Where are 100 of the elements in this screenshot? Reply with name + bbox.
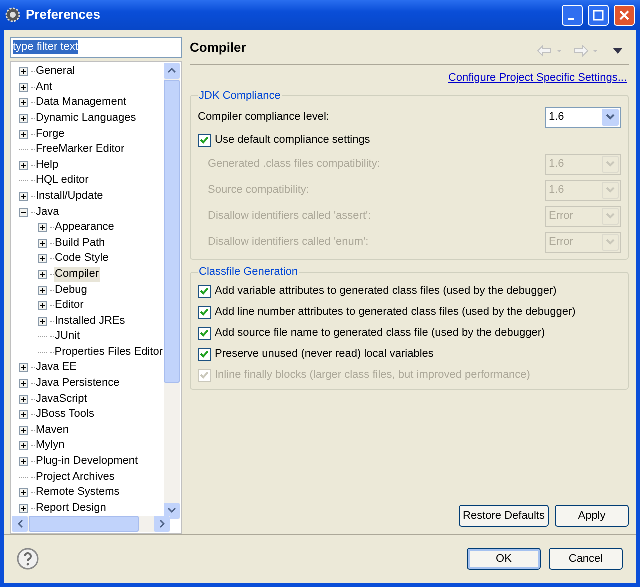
tree-item[interactable]: Build Path [54, 236, 106, 251]
expand-icon[interactable] [19, 192, 28, 201]
maximize-button[interactable] [588, 4, 609, 26]
tree-item[interactable]: Report Design [35, 500, 108, 516]
dialog-button[interactable]: Cancel [549, 548, 623, 570]
chevron-up-icon [168, 68, 176, 74]
expand-icon[interactable] [19, 363, 28, 372]
expand-icon[interactable] [19, 82, 28, 92]
field-label: Source compatibility: [208, 182, 310, 198]
group-title: JDK Compliance [198, 88, 282, 104]
chevron-left-icon [18, 520, 22, 528]
window-title: Preferences [26, 6, 102, 24]
tree-item[interactable]: Forge [35, 126, 66, 142]
expand-icon[interactable] [19, 457, 28, 466]
vertical-scrollbar[interactable] [164, 62, 180, 519]
tree-item[interactable]: Java [35, 204, 60, 220]
checkbox-label: Inline finally blocks (larger class files, but improved performance) [215, 368, 530, 383]
tree-item[interactable]: Remote Systems [35, 485, 121, 500]
field-label: Disallow identifiers called 'enum': [208, 234, 369, 250]
navigation-arrows-icon[interactable] [537, 45, 625, 57]
filter-field[interactable]: type filter text [10, 37, 182, 58]
help-icon[interactable] [17, 548, 39, 570]
collapse-icon[interactable] [19, 208, 28, 217]
chevron-down-icon [168, 508, 176, 514]
expand-icon[interactable] [38, 301, 47, 310]
expand-icon[interactable] [38, 286, 47, 294]
expand-icon[interactable] [19, 98, 28, 108]
checkbox[interactable] [198, 326, 211, 340]
checkbox-label: Add line number attributes to generated class files (used by the debugger) [215, 304, 576, 320]
checkbox-label: Add variable attributes to generated class files (used by the debugger) [215, 284, 557, 299]
dialog-button[interactable]: Apply [555, 505, 629, 527]
tree-item[interactable]: Mylyn [35, 438, 66, 454]
tree-item[interactable]: Appearance [54, 220, 116, 236]
expand-icon[interactable] [19, 67, 28, 76]
field-label: Compiler compliance level: [198, 110, 330, 125]
expand-icon[interactable] [19, 504, 28, 513]
tree-item[interactable]: Properties Files Editor [54, 344, 164, 360]
expand-icon[interactable] [38, 254, 47, 264]
tree-item[interactable]: Install/Update [35, 188, 104, 204]
expand-icon[interactable] [19, 410, 28, 420]
dialog-button[interactable]: OK [467, 548, 541, 570]
tree-item[interactable]: JBoss Tools [35, 407, 96, 422]
tree-item[interactable]: Data Management [35, 95, 128, 110]
dialog-button[interactable]: Restore Defaults [459, 505, 549, 527]
tree-item[interactable]: Installed JREs [54, 314, 126, 329]
tree-item[interactable]: HQL editor [35, 173, 90, 188]
minimize-button[interactable] [562, 4, 583, 26]
expand-icon[interactable] [38, 316, 47, 326]
chevron-down-icon [606, 161, 615, 167]
tree-item[interactable]: Java Persistence [35, 376, 121, 392]
chevron-down-icon [606, 187, 615, 193]
tree-item[interactable]: FreeMarker Editor [35, 142, 126, 158]
tree-item[interactable]: JUnit [54, 329, 82, 344]
tree-item[interactable]: JavaScript [35, 392, 88, 407]
chevron-down-icon [606, 239, 615, 245]
page-title: Compiler [190, 38, 248, 57]
expand-icon[interactable] [19, 394, 28, 404]
expand-icon[interactable] [19, 488, 28, 498]
checkbox[interactable] [198, 306, 211, 318]
expand-icon[interactable] [19, 160, 28, 170]
close-icon [619, 10, 630, 20]
expand-icon[interactable] [19, 379, 28, 388]
tree-item[interactable]: Plug-in Development [35, 454, 140, 470]
chevron-right-icon [160, 520, 164, 528]
checkbox[interactable] [198, 134, 211, 147]
checkbox-label: Use default compliance settings [215, 133, 370, 148]
expand-icon[interactable] [19, 441, 28, 450]
chevron-down-icon [606, 114, 615, 120]
tree-item[interactable]: Debug [54, 282, 88, 298]
minimize-icon [568, 18, 574, 20]
tree-item[interactable]: Ant [35, 80, 54, 95]
expand-icon[interactable] [38, 238, 47, 248]
tree-item[interactable]: Dynamic Languages [35, 110, 138, 126]
tree-item[interactable]: Help [35, 158, 60, 173]
group-title: Classfile Generation [198, 265, 300, 280]
checkbox[interactable] [198, 348, 211, 360]
tree-item[interactable]: Compiler [54, 266, 100, 282]
field-label: Disallow identifiers called 'assert': [208, 208, 372, 224]
tree-item[interactable]: Code Style [54, 251, 110, 266]
tree-item[interactable]: General [35, 64, 76, 80]
chevron-down-icon [606, 213, 615, 219]
horizontal-scrollbar[interactable] [12, 516, 170, 532]
expand-icon[interactable] [19, 130, 28, 139]
expand-icon[interactable] [19, 426, 28, 435]
expand-icon[interactable] [38, 223, 47, 232]
dropdown[interactable]: 1.6 [545, 106, 621, 128]
checkbox-label: Preserve unused (never read) local variables [215, 346, 434, 362]
maximize-icon [593, 10, 604, 20]
tree-item[interactable]: Maven [35, 422, 70, 438]
checkbox[interactable] [198, 284, 211, 298]
tree-item[interactable]: Java EE [35, 360, 78, 376]
tree-item[interactable]: Editor [54, 298, 85, 314]
gear-icon [5, 7, 21, 23]
expand-icon[interactable] [19, 114, 28, 123]
close-button[interactable] [614, 4, 635, 26]
expand-icon[interactable] [38, 270, 47, 279]
configure-link[interactable]: Configure Project Specific Settings... [448, 70, 627, 86]
tree-item[interactable]: Project Archives [35, 470, 116, 485]
checkbox-label: Add source file name to generated class file (used by the debugger) [215, 326, 546, 341]
field-label: Generated .class files compatibility: [208, 156, 380, 172]
